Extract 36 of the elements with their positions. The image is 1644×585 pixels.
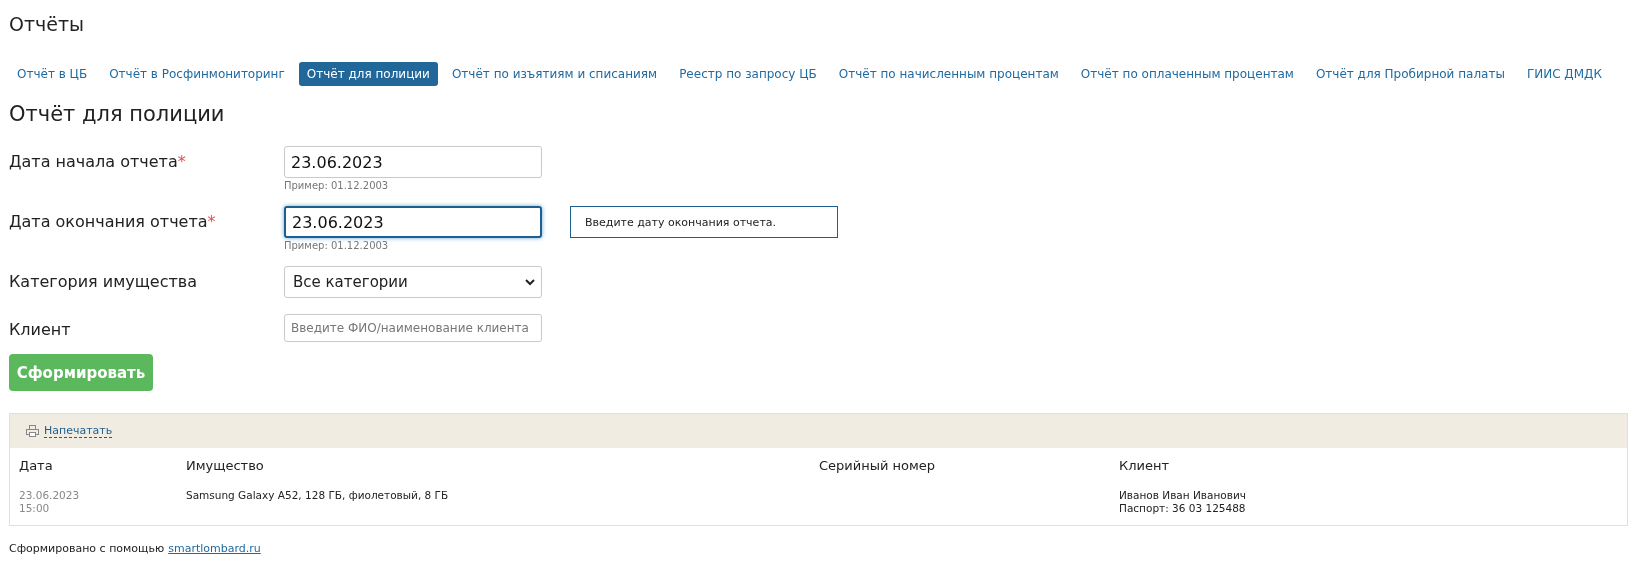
client-input[interactable]: Введите ФИО/наименование клиента — [284, 314, 542, 342]
report-tab[interactable]: Отчёт по оплаченным процентам — [1072, 62, 1302, 86]
field-hint: Пример: 01.12.2003 — [284, 180, 390, 193]
page-title: Отчёты — [9, 12, 85, 37]
date-input[interactable]: 23.06.2023 — [284, 146, 542, 178]
column-header: Клиент — [1119, 457, 1171, 475]
column-header: Серийный номер — [819, 457, 937, 475]
footer-link[interactable]: smartlombard.ru — [168, 542, 261, 555]
table-cell-text: Samsung Galaxy A52, 128 ГБ, фиолетовый, 8 ГБ — [186, 489, 450, 502]
report-tab[interactable]: ГИИС ДМДК — [1518, 62, 1610, 86]
printer-icon — [26, 425, 39, 437]
chevron-down-icon — [525, 278, 535, 286]
table-cell-text: 23.06.2023 — [19, 489, 81, 502]
field-label: Дата окончания отчета* — [9, 211, 217, 231]
validation-tooltip: Введите дату окончания отчета. — [570, 206, 838, 238]
table-cell-text: Иванов Иван Иванович — [1119, 489, 1247, 502]
field-label: Дата начала отчета* — [9, 151, 187, 171]
print-link[interactable]: Напечатать — [44, 424, 113, 438]
date-input[interactable]: 23.06.2023 — [284, 206, 542, 238]
report-tab[interactable]: Реестр по запросу ЦБ — [671, 62, 825, 86]
column-header: Дата — [19, 457, 54, 475]
category-select[interactable]: Все категории — [284, 266, 542, 298]
report-tab[interactable]: Отчёт для Пробирной палаты — [1307, 62, 1513, 86]
footer-text: Сформировано с помощью — [9, 542, 165, 555]
field-label: Категория имущества — [9, 271, 198, 291]
table-cell-text: 15:00 — [19, 502, 51, 515]
report-tab[interactable]: Отчёт в Росфинмониторинг — [101, 62, 293, 86]
report-tab[interactable]: Отчёт в ЦБ — [9, 62, 96, 86]
column-header: Имущество — [186, 457, 265, 475]
field-label: Клиент — [9, 319, 72, 339]
report-tab[interactable]: Отчёт по начисленным процентам — [830, 62, 1067, 86]
report-tab[interactable]: Отчёт по изъятиям и списаниям — [443, 62, 666, 86]
report-tab[interactable]: Отчёт для полиции — [298, 62, 438, 86]
table-cell-text: Паспорт: 36 03 125488 — [1119, 502, 1247, 515]
section-title: Отчёт для полиции — [9, 102, 226, 128]
field-hint: Пример: 01.12.2003 — [284, 240, 390, 253]
